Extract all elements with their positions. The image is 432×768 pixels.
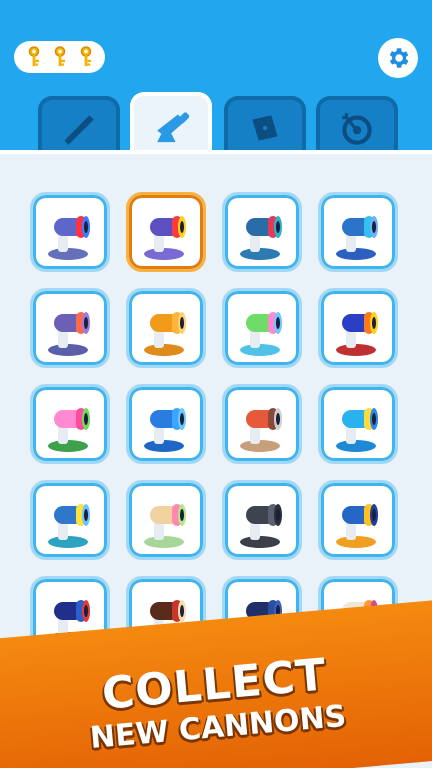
cannon-icon (48, 408, 90, 452)
cannon-icon (144, 408, 186, 452)
target-icon (342, 113, 372, 145)
cannon-icon (144, 312, 186, 356)
cannon-slot[interactable] (318, 384, 398, 464)
cannon-icon (144, 216, 186, 260)
tab-skins[interactable] (38, 96, 120, 156)
cannon-slot[interactable] (222, 384, 302, 464)
cannon-icon (240, 216, 282, 260)
cannon-slot[interactable] (318, 480, 398, 560)
cannon-icon (240, 408, 282, 452)
cannon-slot[interactable] (318, 288, 398, 368)
tab-targets[interactable] (316, 96, 398, 156)
cannon-slot[interactable] (126, 384, 206, 464)
key-icon (54, 46, 65, 67)
cannon-icon (336, 408, 378, 452)
cannon-slot[interactable] (126, 192, 206, 272)
cannon-icon (336, 504, 378, 548)
cannon-slot[interactable] (222, 480, 302, 560)
cannon-icon (336, 312, 378, 356)
cannon-icon (48, 312, 90, 356)
cannon-icon (336, 216, 378, 260)
cannon-slot[interactable] (126, 288, 206, 368)
cannon-slot[interactable] (222, 192, 302, 272)
tab-maps[interactable] (224, 96, 306, 156)
key-icon (80, 46, 91, 67)
keys-counter (14, 41, 105, 73)
cannon-icon (240, 312, 282, 356)
cannon-icon (240, 504, 282, 548)
cannon-slot[interactable] (222, 288, 302, 368)
cannon-icon (144, 504, 186, 548)
cannon-icon (48, 504, 90, 548)
cannon-slot[interactable] (30, 480, 110, 560)
map-icon (252, 115, 278, 141)
gear-icon (389, 48, 409, 68)
cannon-icon (48, 216, 90, 260)
key-icon (28, 46, 39, 67)
cannon-slot[interactable] (318, 192, 398, 272)
cannon-icon (157, 112, 190, 143)
settings-button[interactable] (378, 38, 418, 78)
cannon-slot[interactable] (30, 288, 110, 368)
cannon-slot[interactable] (30, 192, 110, 272)
bullet-icon (64, 115, 94, 145)
tab-cannons[interactable] (130, 92, 212, 156)
cannon-slot[interactable] (126, 480, 206, 560)
cannon-slot[interactable] (30, 384, 110, 464)
